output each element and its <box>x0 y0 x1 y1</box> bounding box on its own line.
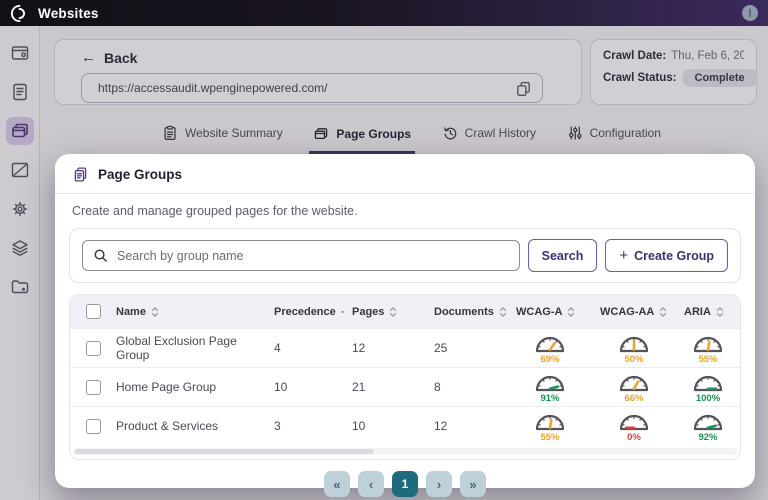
pagination-last-button[interactable]: » <box>460 471 486 497</box>
row-checkbox[interactable] <box>86 419 101 434</box>
pagination-prev-button[interactable]: ‹ <box>358 471 384 497</box>
gauge-icon <box>617 332 651 355</box>
panel-description: Create and manage grouped pages for the … <box>55 194 755 218</box>
search-button-label: Search <box>542 249 584 263</box>
gauge-icon <box>691 332 725 355</box>
create-group-label: Create Group <box>634 249 714 263</box>
column-header-wcag-aa[interactable]: WCAG-AA <box>592 306 676 318</box>
search-icon <box>93 248 108 263</box>
group-search-input[interactable] <box>117 249 509 263</box>
gauge-icon <box>533 332 567 355</box>
panel-title: Page Groups <box>98 167 182 182</box>
column-header-name[interactable]: Name <box>108 306 266 318</box>
column-header-documents[interactable]: Documents <box>426 306 508 318</box>
pagination-next-button[interactable]: › <box>426 471 452 497</box>
sort-icon <box>151 306 159 318</box>
pagination-page-1[interactable]: 1 <box>392 471 418 497</box>
sort-icon <box>499 306 507 318</box>
gauge-icon <box>617 410 651 433</box>
score-cell: 66% <box>592 371 676 404</box>
score-percentage: 100% <box>696 394 720 404</box>
column-header-pages[interactable]: Pages <box>344 306 426 318</box>
score-percentage: 55% <box>540 433 559 443</box>
gauge-icon <box>691 371 725 394</box>
pagination: « ‹ 1 › » <box>55 471 755 497</box>
precedence-cell: 3 <box>266 419 344 433</box>
score-cell: 55% <box>676 332 740 365</box>
group-name-cell: Product & Services <box>108 419 266 433</box>
gauge-icon <box>691 410 725 433</box>
score-cell: 55% <box>508 410 592 443</box>
documents-cell: 25 <box>426 341 508 355</box>
plus-icon: + <box>619 247 628 264</box>
horizontal-scrollbar[interactable] <box>73 448 737 455</box>
score-percentage: 91% <box>540 394 559 404</box>
precedence-cell: 10 <box>266 380 344 394</box>
create-group-button[interactable]: + Create Group <box>605 239 728 272</box>
gauge-icon <box>533 371 567 394</box>
page-groups-title-icon <box>72 166 89 183</box>
column-header-precedence[interactable]: Precedence <box>266 306 344 318</box>
row-checkbox[interactable] <box>86 380 101 395</box>
column-header-aria[interactable]: ARIA <box>676 306 740 318</box>
search-panel: Search + Create Group <box>69 228 741 283</box>
score-cell: 69% <box>508 332 592 365</box>
documents-cell: 8 <box>426 380 508 394</box>
score-cell: 50% <box>592 332 676 365</box>
score-cell: 0% <box>592 410 676 443</box>
scrollbar-thumb[interactable] <box>75 449 374 454</box>
pagination-first-button[interactable]: « <box>324 471 350 497</box>
sort-icon <box>716 306 724 318</box>
table-row: Product & Services31012 55% 0% 92% <box>70 406 740 445</box>
group-search-box <box>82 240 520 271</box>
column-header-wcag-a[interactable]: WCAG-A <box>508 306 592 318</box>
table-row: Global Exclusion Page Group41225 69% 50%… <box>70 328 740 367</box>
sort-icon <box>389 306 397 318</box>
group-name-cell: Global Exclusion Page Group <box>108 334 266 362</box>
table-body: Global Exclusion Page Group41225 69% 50%… <box>70 328 740 445</box>
top-bar: Websites <box>0 0 768 26</box>
score-percentage: 69% <box>540 355 559 365</box>
table-row: Home Page Group10218 91% 66% 100% <box>70 367 740 406</box>
page-title: Websites <box>38 6 99 21</box>
app-logo-icon <box>0 4 38 23</box>
score-percentage: 0% <box>627 433 641 443</box>
gauge-icon <box>617 371 651 394</box>
score-percentage: 55% <box>698 355 717 365</box>
score-cell: 100% <box>676 371 740 404</box>
score-percentage: 92% <box>698 433 717 443</box>
pages-cell: 10 <box>344 419 426 433</box>
documents-cell: 12 <box>426 419 508 433</box>
table-header: Name Precedence Pages Documents WCAG-A W… <box>70 295 740 328</box>
page-groups-panel: Page Groups Create and manage grouped pa… <box>55 154 755 488</box>
score-percentage: 66% <box>624 394 643 404</box>
sort-icon <box>659 306 667 318</box>
score-cell: 92% <box>676 410 740 443</box>
sort-icon <box>567 306 575 318</box>
pages-cell: 12 <box>344 341 426 355</box>
gauge-icon <box>533 410 567 433</box>
row-checkbox[interactable] <box>86 341 101 356</box>
select-all-checkbox[interactable] <box>86 304 101 319</box>
info-icon[interactable] <box>741 4 759 22</box>
page-groups-table: Name Precedence Pages Documents WCAG-A W… <box>69 294 741 460</box>
precedence-cell: 4 <box>266 341 344 355</box>
score-percentage: 50% <box>624 355 643 365</box>
group-name-cell: Home Page Group <box>108 380 266 394</box>
score-cell: 91% <box>508 371 592 404</box>
search-button[interactable]: Search <box>528 239 598 272</box>
pages-cell: 21 <box>344 380 426 394</box>
